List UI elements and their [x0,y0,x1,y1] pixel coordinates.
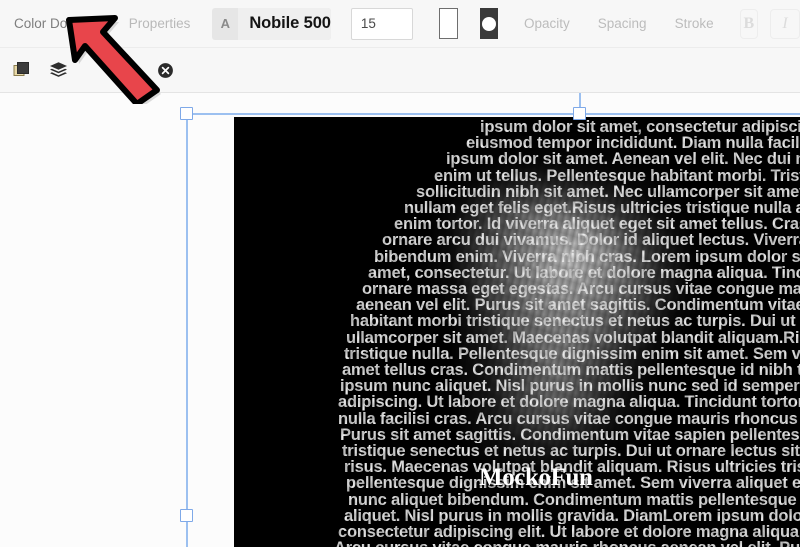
blend-mode-dropdown[interactable]: Color Dodge [14,16,103,31]
text-portrait-artwork[interactable]: ipsum dolor sit amet, consectetur adipis… [234,117,800,547]
portrait-text-line: ipsum dolor sit amet, consectetur adipis… [480,119,800,136]
portrait-text-line: ullamcorper sit amet. Maecenas volutpat … [346,329,800,347]
portrait-text-line: Purus sit amet sagittis. Condimentum vit… [340,426,800,444]
text-options-toolbar: Color Dodge Properties A Nobile 500 Opac… [0,0,800,48]
portrait-text-line: adipiscing. Ut labore et dolore magna al… [338,394,800,411]
portrait-text-line: pellentesque dignissim enim sit amet. Se… [346,475,800,492]
portrait-text-line: aenean vel elit. Purus sit amet sagittis… [356,297,800,314]
app-root: Color Dodge Properties A Nobile 500 Opac… [0,0,800,547]
selection-handle-top-center[interactable] [573,107,586,120]
canvas-area[interactable]: ipsum dolor sit amet, consectetur adipis… [0,93,800,547]
portrait-text-line: amet, consectetur. Ut labore et dolore m… [368,264,800,282]
selection-handle-middle-left[interactable] [180,509,193,522]
chevron-down-icon [94,22,103,27]
portrait-text-line: sollicitudin nibh sit amet. Nec ullamcor… [416,183,800,201]
bold-button[interactable]: B [739,8,758,39]
portrait-text-line: eiusmod tempor incididunt. Diam nulla fa… [466,135,800,152]
portrait-text-line: consectetur adipiscing elit. Ut labore e… [338,524,800,541]
portrait-text-line: ipsum nunc aliquet. Nisl purus in mollis… [340,378,800,395]
portrait-text-line: habitant morbi tristique senectus et net… [350,313,800,330]
portrait-text-line: amet tellus cras. Condimentum mattis pel… [342,362,800,379]
stroke-button[interactable]: Stroke [675,16,714,31]
portrait-text-line: risus. Maecenas volutpat blandit aliquam… [344,459,800,476]
shadow-dot-icon [481,16,496,31]
font-size-input[interactable] [350,7,413,40]
selection-handle-top-left[interactable] [180,107,193,120]
portrait-text-line: enim tortor. Id viverra aliquet eget sit… [394,216,800,233]
duplicate-layer-icon[interactable] [12,60,32,80]
selection-edge-left [186,113,188,547]
italic-button[interactable]: I [770,8,800,39]
opacity-button[interactable]: Opacity [524,16,570,31]
portrait-text-line: Arcu cursus vitae congue mauris rhoncus … [334,540,800,547]
properties-button[interactable]: Properties [129,16,191,31]
portrait-text-line: nunc aliquet bibendum. Condimentum matti… [348,491,800,509]
lorem-text-layer: ipsum dolor sit amet, consectetur adipis… [234,117,800,547]
blend-mode-label: Color Dodge [14,16,90,31]
portrait-text-line: enim ut tellus. Pellentesque habitant mo… [434,167,800,185]
selection-edge-top [186,113,800,115]
font-glyph-icon: A [220,16,231,31]
font-family-name: Nobile 500 [238,7,331,40]
portrait-text-line: ornare arcu dui vivamus. Dolor id alique… [382,232,800,249]
portrait-text-line: nullam eget felis eget.Risus ultricies t… [404,200,800,217]
shadow-color-swatch[interactable] [479,8,498,39]
layer-actions-toolbar [0,48,800,93]
spacing-button[interactable]: Spacing [598,16,647,31]
close-circle-icon[interactable] [155,60,175,80]
portrait-text-line: tristique senectus et netus ac turpis. D… [342,443,800,460]
fill-color-swatch[interactable] [438,8,458,39]
portrait-text-line: ornare massa eget egestas. Arcu cursus v… [362,281,800,298]
font-family-picker[interactable]: A Nobile 500 [212,7,331,40]
portrait-text-line: tristique nulla. Pellentesque dignissim … [344,345,800,363]
layers-icon[interactable] [48,60,68,80]
portrait-text-line: ipsum dolor sit amet. Aenean vel elit. N… [446,151,800,168]
portrait-text-line: aliquet. Nisl purus in mollis gravida. D… [344,507,800,525]
portrait-text-line: nulla facilisi cras. Arcu cursus vitae c… [338,410,800,428]
portrait-text-line: bibendum enim. Viverra nibh cras. Lorem … [374,248,800,266]
